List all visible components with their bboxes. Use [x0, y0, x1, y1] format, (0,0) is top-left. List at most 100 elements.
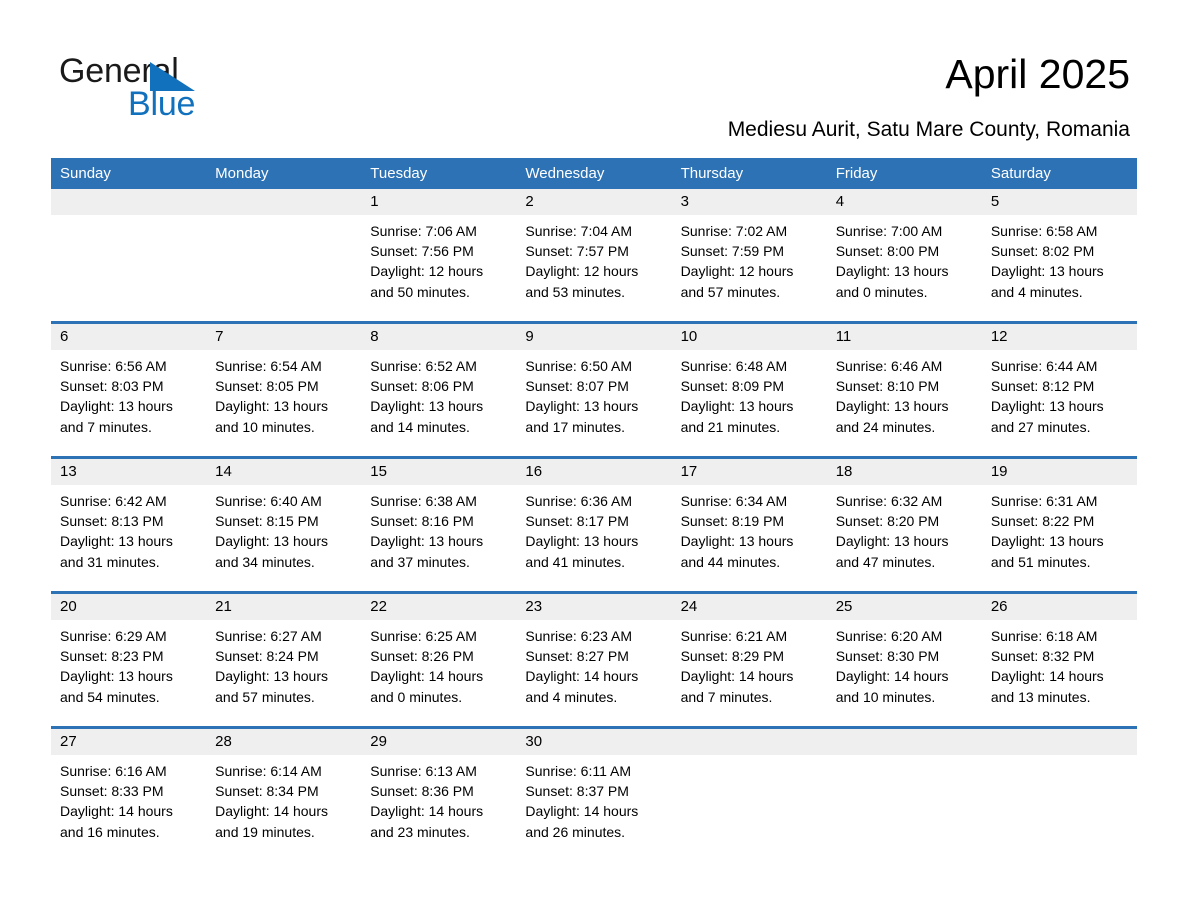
calendar-table: Sunday Monday Tuesday Wednesday Thursday Frid… — [51, 158, 1137, 861]
day-cell-details: Sunrise: 7:00 AM Sunset: 8:00 PM Daylight:… — [827, 215, 982, 302]
daylight-text: Daylight: 13 hours — [60, 533, 173, 550]
day-cell-inner: 6 Sunrise: 6:56 AM Sunset: 8:03 PM Daylight… — [51, 324, 207, 456]
sunrise-text: Sunrise: 6:42 AM — [60, 493, 167, 509]
day-cell-details: Sunrise: 6:52 AM Sunset: 8:06 PM Daylight:… — [361, 350, 516, 437]
day-number: 8 — [361, 324, 517, 350]
daylight-text-cont: and 44 minutes. — [680, 553, 781, 570]
day-number: 27 — [51, 729, 207, 755]
calendar-day-cell[interactable]: 18 Sunrise: 6:32 AM Sunset: 8:20 PM Dayligh… — [826, 456, 982, 593]
calendar-day-cell[interactable]: 25 Sunrise: 6:20 AM Sunset: 8:30 PM Dayligh… — [826, 591, 982, 728]
day-number: 30 — [516, 729, 672, 755]
calendar-day-cell[interactable]: 20 Sunrise: 6:29 AM Sunset: 8:23 PM Dayligh… — [51, 591, 207, 728]
calendar-day-cell[interactable]: 9 Sunrise: 6:50 AM Sunset: 8:07 PM Daylight… — [516, 321, 672, 458]
sunset-text: Sunset: 8:10 PM — [835, 378, 940, 395]
calendar-day-cell-empty — [826, 726, 982, 861]
calendar-day-cell[interactable]: 3 Sunrise: 7:02 AM Sunset: 7:59 PM Daylight… — [671, 189, 827, 323]
sunrise-text: Sunrise: 6:38 AM — [370, 493, 477, 509]
calendar-day-cell[interactable]: 10 Sunrise: 6:48 AM Sunset: 8:09 PM Dayligh… — [671, 321, 827, 458]
day-cell-inner — [826, 729, 982, 861]
calendar-day-cell[interactable]: 2 Sunrise: 7:04 AM Sunset: 7:57 PM Daylight… — [516, 189, 672, 323]
calendar-day-cell[interactable]: 5 Sunrise: 6:58 AM Sunset: 8:02 PM Daylight… — [981, 189, 1137, 323]
calendar-grid: Sunday Monday Tuesday Wednesday Thursday Frid… — [51, 158, 1137, 861]
day-number: 21 — [206, 594, 362, 620]
sunrise-text: Sunrise: 6:36 AM — [525, 493, 633, 509]
sunset-text: Sunset: 8:37 PM — [525, 783, 629, 800]
day-cell-details — [206, 215, 361, 221]
calendar-day-cell[interactable]: 14 Sunrise: 6:40 AM Sunset: 8:15 PM Dayligh… — [206, 456, 362, 593]
daylight-text-cont: and 0 minutes. — [835, 283, 928, 300]
calendar-day-cell[interactable]: 15 Sunrise: 6:38 AM Sunset: 8:16 PM Dayligh… — [361, 456, 517, 593]
daylight-text-cont: and 26 minutes. — [525, 823, 626, 840]
logo-text-blue: Blue — [128, 85, 196, 123]
calendar-day-cell[interactable]: 1 Sunrise: 7:06 AM Sunset: 7:56 PM Daylight… — [361, 189, 517, 323]
daylight-text: Daylight: 13 hours — [215, 398, 328, 415]
daylight-text-cont: and 16 minutes. — [60, 823, 160, 840]
daylight-text-cont: and 57 minutes. — [680, 283, 781, 300]
calendar-day-cell[interactable]: 28 Sunrise: 6:14 AM Sunset: 8:34 PM Dayligh… — [206, 726, 362, 861]
calendar-day-cell[interactable]: 13 Sunrise: 6:42 AM Sunset: 8:13 PM Dayligh… — [51, 456, 207, 593]
daylight-text-cont: and 13 minutes. — [990, 688, 1091, 705]
daylight-text-cont: and 7 minutes. — [680, 688, 773, 705]
calendar-week-row: 27 Sunrise: 6:16 AM Sunset: 8:33 PM Dayligh… — [51, 726, 1137, 861]
daylight-text-cont: and 51 minutes. — [990, 553, 1091, 570]
sunset-text: Sunset: 8:24 PM — [215, 648, 319, 665]
sunrise-text: Sunrise: 6:46 AM — [835, 358, 943, 374]
day-cell-inner — [981, 729, 1137, 861]
daylight-text: Daylight: 14 hours — [835, 668, 949, 685]
calendar-day-cell[interactable]: 11 Sunrise: 6:46 AM Sunset: 8:10 PM Dayligh… — [826, 321, 982, 458]
daylight-text-cont: and 34 minutes. — [215, 553, 315, 570]
day-cell-details — [827, 755, 982, 761]
sunset-text: Sunset: 8:34 PM — [215, 783, 319, 800]
sunset-text: Sunset: 7:57 PM — [525, 243, 629, 260]
day-cell-inner: 27 Sunrise: 6:16 AM Sunset: 8:33 PM Dayligh… — [51, 729, 207, 861]
calendar-day-cell[interactable]: 4 Sunrise: 7:00 AM Sunset: 8:00 PM Daylight… — [826, 189, 982, 323]
day-cell-inner: 25 Sunrise: 6:20 AM Sunset: 8:30 PM Dayligh… — [826, 594, 982, 726]
day-cell-inner: 5 Sunrise: 6:58 AM Sunset: 8:02 PM Daylight… — [981, 189, 1137, 321]
day-cell-details: Sunrise: 6:34 AM Sunset: 8:19 PM Daylight:… — [672, 485, 827, 572]
calendar-day-cell[interactable]: 7 Sunrise: 6:54 AM Sunset: 8:05 PM Daylight… — [206, 321, 362, 458]
sunrise-text: Sunrise: 6:56 AM — [60, 358, 167, 374]
calendar-day-cell[interactable]: 27 Sunrise: 6:16 AM Sunset: 8:33 PM Dayligh… — [51, 726, 207, 861]
calendar-day-cell[interactable]: 12 Sunrise: 6:44 AM Sunset: 8:12 PM Dayligh… — [981, 321, 1137, 458]
day-number: 12 — [981, 324, 1137, 350]
calendar-day-cell[interactable]: 26 Sunrise: 6:18 AM Sunset: 8:32 PM Dayligh… — [981, 591, 1137, 728]
sunrise-text: Sunrise: 6:40 AM — [215, 493, 322, 509]
sunrise-text: Sunrise: 6:52 AM — [370, 358, 477, 374]
weekday-header-wednesday: Wednesday — [516, 158, 672, 189]
calendar-header-row: Sunday Monday Tuesday Wednesday Thursday Frid… — [51, 158, 1137, 189]
calendar-day-cell[interactable]: 8 Sunrise: 6:52 AM Sunset: 8:06 PM Daylight… — [361, 321, 517, 458]
calendar-day-cell[interactable]: 22 Sunrise: 6:25 AM Sunset: 8:26 PM Dayligh… — [361, 591, 517, 728]
day-cell-details: Sunrise: 6:58 AM Sunset: 8:02 PM Daylight:… — [982, 215, 1137, 302]
calendar-day-cell[interactable]: 24 Sunrise: 6:21 AM Sunset: 8:29 PM Dayligh… — [671, 591, 827, 728]
weekday-header-thursday: Thursday — [671, 158, 827, 189]
day-cell-details: Sunrise: 7:02 AM Sunset: 7:59 PM Daylight:… — [672, 215, 827, 302]
calendar-day-cell[interactable]: 21 Sunrise: 6:27 AM Sunset: 8:24 PM Dayligh… — [206, 591, 362, 728]
calendar-day-cell[interactable]: 6 Sunrise: 6:56 AM Sunset: 8:03 PM Daylight… — [51, 321, 207, 458]
calendar-day-cell[interactable]: 16 Sunrise: 6:36 AM Sunset: 8:17 PM Dayligh… — [516, 456, 672, 593]
calendar-day-cell-empty — [51, 189, 207, 323]
calendar-week-row: 6 Sunrise: 6:56 AM Sunset: 8:03 PM Daylight… — [51, 321, 1137, 458]
calendar-day-cell[interactable]: 29 Sunrise: 6:13 AM Sunset: 8:36 PM Dayligh… — [361, 726, 517, 861]
sunset-text: Sunset: 8:32 PM — [990, 648, 1095, 665]
calendar-day-cell[interactable]: 23 Sunrise: 6:23 AM Sunset: 8:27 PM Dayligh… — [516, 591, 672, 728]
daylight-text: Daylight: 14 hours — [370, 803, 484, 820]
weekday-header-monday: Monday — [206, 158, 362, 189]
page-title: April 2025 — [945, 51, 1130, 97]
day-cell-details: Sunrise: 6:11 AM Sunset: 8:37 PM Daylight:… — [516, 755, 671, 842]
day-cell-details: Sunrise: 6:13 AM Sunset: 8:36 PM Daylight:… — [361, 755, 516, 842]
calendar-day-cell[interactable]: 17 Sunrise: 6:34 AM Sunset: 8:19 PM Dayligh… — [671, 456, 827, 593]
daylight-text: Daylight: 13 hours — [525, 398, 639, 415]
daylight-text: Daylight: 13 hours — [215, 533, 328, 550]
day-cell-inner: 9 Sunrise: 6:50 AM Sunset: 8:07 PM Daylight… — [516, 324, 672, 456]
day-number: 28 — [206, 729, 362, 755]
sunrise-text: Sunrise: 6:25 AM — [370, 628, 477, 644]
day-cell-inner: 2 Sunrise: 7:04 AM Sunset: 7:57 PM Daylight… — [516, 189, 672, 321]
calendar-day-cell[interactable]: 19 Sunrise: 6:31 AM Sunset: 8:22 PM Dayligh… — [981, 456, 1137, 593]
daylight-text: Daylight: 13 hours — [990, 398, 1104, 415]
day-cell-inner: 3 Sunrise: 7:02 AM Sunset: 7:59 PM Daylight… — [671, 189, 827, 321]
day-cell-inner: 23 Sunrise: 6:23 AM Sunset: 8:27 PM Dayligh… — [516, 594, 672, 726]
general-blue-logo[interactable]: General Blue — [59, 52, 279, 123]
day-number: 22 — [361, 594, 517, 620]
daylight-text-cont: and 50 minutes. — [370, 283, 470, 300]
calendar-day-cell[interactable]: 30 Sunrise: 6:11 AM Sunset: 8:37 PM Dayligh… — [516, 726, 672, 861]
